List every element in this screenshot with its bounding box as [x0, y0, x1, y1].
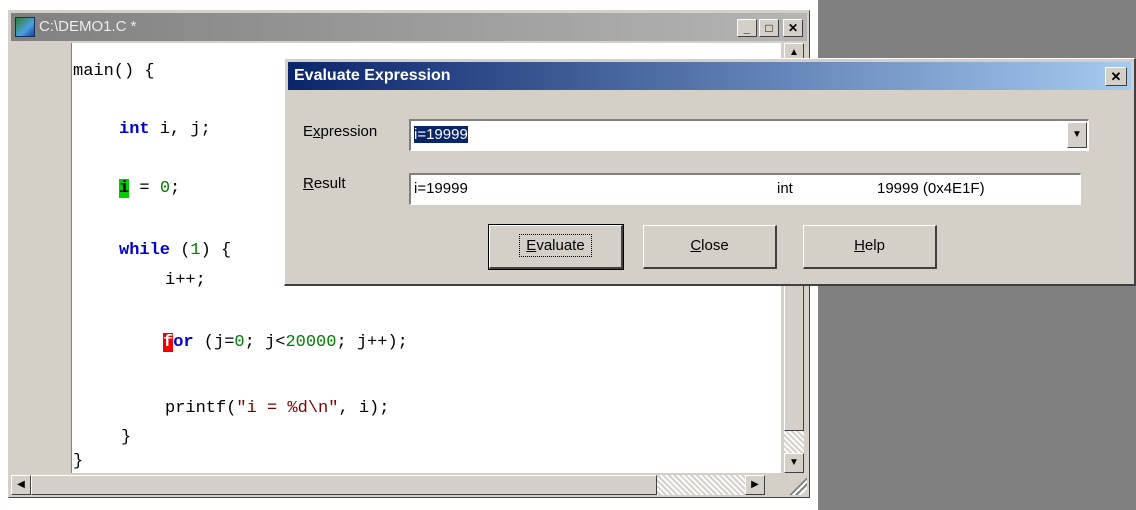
code-text: (j= [193, 333, 235, 352]
code-text: ( [170, 241, 191, 260]
expression-input[interactable]: i=19999 [414, 126, 468, 143]
keyword: int [119, 120, 150, 139]
number-literal: 0 [159, 179, 171, 198]
button-accelerator: H [854, 237, 865, 254]
current-line-marker: i [119, 179, 130, 198]
expression-label: Expression [303, 123, 377, 140]
close-window-button[interactable]: ✕ [783, 19, 803, 37]
scroll-thumb[interactable] [31, 475, 657, 495]
close-button[interactable]: Close [643, 225, 777, 269]
maximize-button[interactable]: □ [759, 19, 779, 37]
code-text: } [73, 452, 84, 471]
code-line: printf("i = %d\n", i); [165, 398, 389, 420]
label-accelerator: x [313, 123, 321, 140]
label-text: E [303, 123, 314, 140]
code-line: int i, j; [119, 119, 211, 141]
evaluate-button[interactable]: Evaluate [488, 224, 624, 270]
scroll-down-button[interactable]: ▼ [784, 453, 804, 473]
dialog-close-button[interactable]: ✕ [1105, 67, 1127, 86]
result-field[interactable]: i=19999 int 19999 (0x4E1F) [409, 173, 1081, 205]
code-line: main() { [73, 61, 155, 83]
code-line: i++; [165, 270, 206, 292]
code-text: , i); [338, 399, 390, 418]
code-text: i, j; [149, 120, 211, 139]
result-type: int [777, 180, 793, 197]
code-line: } [121, 427, 131, 449]
button-accelerator: E [526, 237, 537, 254]
number-literal: 20000 [285, 333, 337, 352]
dialog-titlebar[interactable]: Evaluate Expression ✕ [288, 62, 1131, 90]
scroll-left-button[interactable]: ◀ [11, 475, 31, 495]
resize-grip-icon[interactable] [789, 477, 807, 495]
number-literal: 0 [234, 333, 245, 352]
result-expression: i=19999 [414, 180, 468, 197]
code-line: } [73, 451, 83, 473]
horizontal-scrollbar[interactable]: ◀ ▶ [11, 475, 783, 495]
dropdown-arrow-icon[interactable]: ▼ [1067, 122, 1087, 148]
code-line: i = 0; [119, 178, 180, 200]
scroll-right-button[interactable]: ▶ [745, 475, 765, 495]
number-literal: 1 [190, 241, 201, 260]
editor-title: C:\DEMO1.C * [39, 18, 137, 35]
button-accelerator: C [690, 237, 702, 254]
code-text: } [121, 428, 132, 447]
dialog-title: Evaluate Expression [294, 67, 451, 84]
button-label: lose [701, 237, 729, 254]
label-text: pression [320, 123, 378, 140]
code-text: main() { [73, 62, 155, 81]
string-literal: "i = %d\n" [236, 399, 339, 418]
code-text: ; j++); [336, 333, 408, 352]
button-label: valuate [536, 237, 585, 254]
expression-combobox[interactable]: i=19999 ▼ [409, 119, 1089, 151]
keyword: or [173, 333, 194, 352]
code-text: = [129, 179, 160, 198]
evaluate-expression-dialog: Evaluate Expression ✕ Expression i=19999… [284, 58, 1136, 286]
button-label: elp [864, 237, 885, 254]
code-line: for (j=0; j<20000; j++); [163, 332, 408, 354]
app-icon[interactable] [15, 17, 35, 37]
code-text: i++; [165, 271, 206, 290]
code-text: ; j< [244, 333, 286, 352]
code-text: ; [170, 179, 181, 198]
editor-titlebar[interactable]: C:\DEMO1.C * _ □ ✕ [11, 13, 807, 41]
code-text: ) { [200, 241, 232, 260]
code-text: printf( [165, 399, 237, 418]
help-button[interactable]: Help [803, 225, 937, 269]
label-accelerator: R [303, 175, 314, 192]
minimize-button[interactable]: _ [737, 19, 757, 37]
label-text: esult [313, 175, 346, 192]
line-gutter[interactable] [11, 43, 72, 473]
result-label: Result [303, 175, 346, 192]
keyword: while [119, 241, 171, 260]
result-value: 19999 (0x4E1F) [877, 180, 985, 197]
code-line: while (1) { [119, 240, 231, 262]
breakpoint-marker: f [163, 333, 174, 352]
